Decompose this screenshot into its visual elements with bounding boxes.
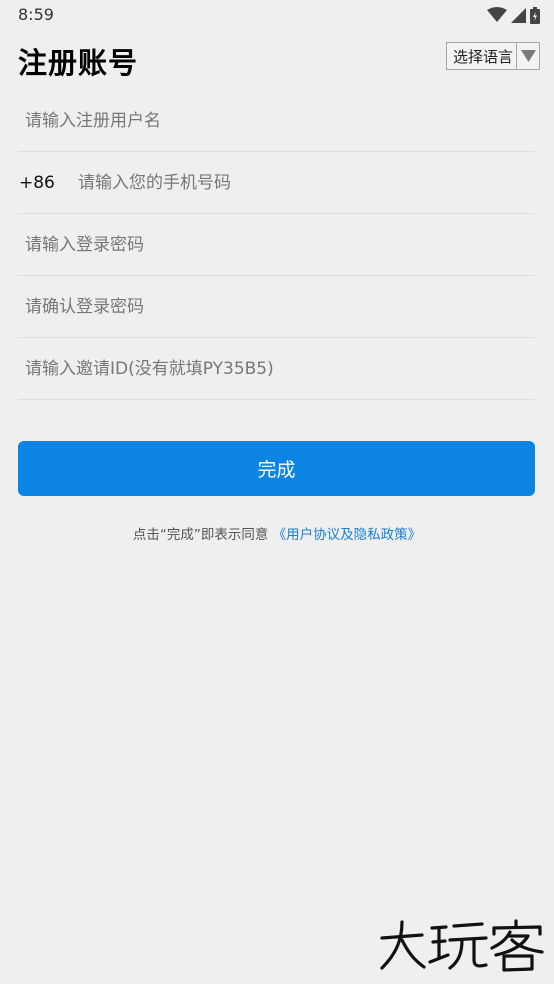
privacy-policy-link[interactable]: 《用户协议及隐私政策》 bbox=[273, 527, 422, 543]
language-select-label: 选择语言 bbox=[453, 47, 514, 66]
triangle-down-icon bbox=[516, 43, 539, 69]
username-input[interactable] bbox=[18, 90, 535, 151]
phone-field-row: +86 bbox=[18, 152, 535, 214]
language-select[interactable]: 选择语言 bbox=[446, 42, 540, 70]
password-field-row bbox=[18, 214, 535, 276]
register-form: +86 bbox=[18, 90, 535, 400]
agreement-prefix: 点击“完成”即表示同意 bbox=[132, 527, 273, 543]
submit-button[interactable]: 完成 bbox=[18, 441, 535, 496]
confirm-password-field-row bbox=[18, 276, 535, 338]
country-code[interactable]: +86 bbox=[18, 173, 78, 193]
page-title: 注册账号 bbox=[18, 46, 139, 80]
battery-icon bbox=[530, 6, 540, 24]
password-input[interactable] bbox=[18, 214, 535, 275]
confirm-password-input[interactable] bbox=[18, 276, 535, 337]
phone-input[interactable] bbox=[78, 152, 535, 213]
watermark-logo bbox=[378, 918, 546, 972]
username-field-row bbox=[18, 90, 535, 152]
invite-code-field-row bbox=[18, 338, 535, 400]
agreement-text: 点击“完成”即表示同意 《用户协议及隐私政策》 bbox=[0, 523, 554, 543]
invite-code-input[interactable] bbox=[18, 338, 535, 399]
status-bar: 8:59 bbox=[0, 0, 554, 30]
status-time: 8:59 bbox=[18, 5, 54, 24]
wifi-icon bbox=[487, 7, 507, 23]
cellular-signal-icon bbox=[511, 7, 526, 23]
status-icons bbox=[487, 5, 540, 25]
